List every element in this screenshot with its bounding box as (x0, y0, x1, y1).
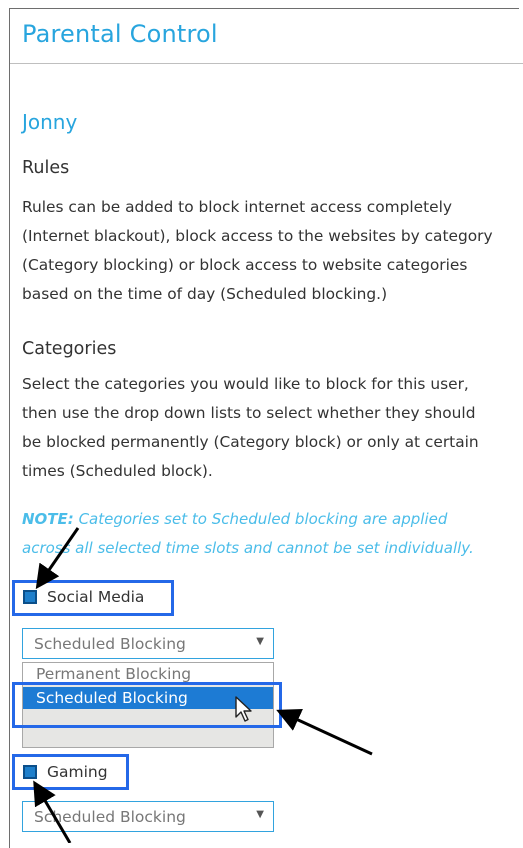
gaming-blocking-select[interactable]: Scheduled Blocking ▼ (22, 801, 274, 832)
categories-line: times (Scheduled block). (22, 462, 213, 480)
rules-line: (Internet blackout), block access to the… (22, 227, 493, 245)
title-divider (10, 63, 523, 64)
categories-description: Select the categories you would like to … (22, 370, 517, 486)
page-title: Parental Control (22, 20, 218, 48)
note-line-1: NOTE: Categories set to Scheduled blocki… (22, 505, 517, 534)
rules-description: Rules can be added to block internet acc… (22, 193, 517, 309)
note-line-2: across all selected time slots and canno… (22, 539, 474, 557)
gaming-select-value: Scheduled Blocking (34, 807, 186, 826)
rules-line: (Category blocking) or block access to w… (22, 256, 468, 274)
categories-line: then use the drop down lists to select w… (22, 404, 476, 422)
note-line-1-text: Categories set to Scheduled blocking are… (73, 510, 448, 528)
categories-heading: Categories (22, 339, 117, 359)
user-name: Jonny (22, 110, 78, 134)
rules-line: Rules can be added to block internet acc… (22, 198, 453, 216)
gaming-label: Gaming (47, 763, 108, 781)
note-text: NOTE: Categories set to Scheduled blocki… (22, 505, 517, 563)
gaming-checkbox-row[interactable]: Gaming (23, 763, 108, 781)
social-media-checkbox[interactable] (23, 590, 37, 604)
note-prefix: NOTE: (22, 510, 74, 528)
social-media-blocking-select[interactable]: Scheduled Blocking ▼ (22, 628, 274, 659)
categories-line: be blocked permanently (Category block) … (22, 433, 479, 451)
chevron-down-icon: ▼ (256, 636, 264, 647)
social-media-label: Social Media (47, 588, 145, 606)
rules-heading: Rules (22, 158, 70, 178)
social-media-select-value: Scheduled Blocking (34, 634, 186, 653)
mouse-pointer-icon (235, 696, 252, 722)
rules-line: based on the time of day (Scheduled bloc… (22, 285, 388, 303)
social-media-checkbox-row[interactable]: Social Media (23, 588, 144, 606)
gaming-checkbox[interactable] (23, 765, 37, 779)
chevron-down-icon: ▼ (256, 809, 264, 820)
categories-line: Select the categories you would like to … (22, 375, 469, 393)
